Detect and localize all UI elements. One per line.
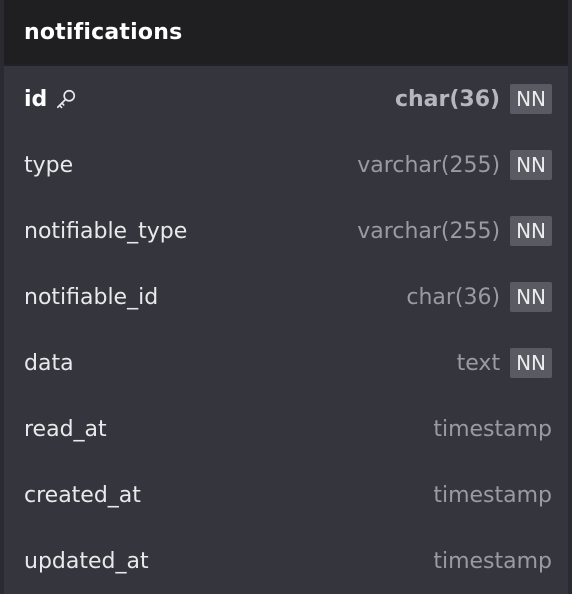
column-name: updated_at (24, 548, 149, 574)
column-name: data (24, 350, 74, 376)
column-right: timestamp (433, 549, 552, 574)
column-type: char(36) (406, 284, 501, 310)
column-left: notifiable_id (24, 285, 158, 310)
column-name: notifiable_id (24, 284, 159, 310)
column-type: timestamp (433, 482, 552, 508)
column-right: timestamp (433, 417, 552, 442)
not-null-badge: NN (510, 150, 552, 180)
column-list: id char(36) NN type varchar(255) NN noti… (4, 66, 568, 594)
key-icon (55, 88, 77, 110)
column-row-notifiable-type[interactable]: notifiable_type varchar(255) NN (4, 198, 568, 264)
column-row-data[interactable]: data text NN (4, 330, 568, 396)
column-type: text (456, 350, 501, 376)
column-type: timestamp (433, 548, 552, 574)
not-null-badge: NN (510, 84, 552, 114)
column-name: notifiable_type (24, 218, 188, 244)
not-null-badge: NN (510, 282, 552, 312)
column-right: char(36) NN (406, 282, 552, 312)
column-name: id (24, 86, 48, 112)
column-name: created_at (24, 482, 141, 508)
column-left: created_at (24, 483, 141, 508)
column-right: timestamp (433, 483, 552, 508)
column-type: char(36) (394, 86, 501, 112)
column-row-type[interactable]: type varchar(255) NN (4, 132, 568, 198)
not-null-badge: NN (510, 348, 552, 378)
column-type: varchar(255) (357, 152, 501, 178)
column-right: text NN (457, 348, 552, 378)
column-left: data (24, 351, 74, 376)
column-row-id[interactable]: id char(36) NN (4, 66, 568, 132)
column-row-created-at[interactable]: created_at timestamp (4, 462, 568, 528)
table-header[interactable]: notifications (4, 0, 568, 66)
not-null-badge: NN (510, 216, 552, 246)
column-left: notifiable_type (24, 219, 187, 244)
column-name: type (24, 152, 74, 178)
column-right: varchar(255) NN (357, 150, 552, 180)
column-type: varchar(255) (357, 218, 501, 244)
column-row-updated-at[interactable]: updated_at timestamp (4, 528, 568, 594)
column-right: varchar(255) NN (357, 216, 552, 246)
column-left: read_at (24, 417, 107, 442)
column-row-notifiable-id[interactable]: notifiable_id char(36) NN (4, 264, 568, 330)
column-left: id (24, 87, 77, 112)
column-type: timestamp (433, 416, 552, 442)
table-title: notifications (24, 19, 183, 45)
column-name: read_at (24, 416, 107, 442)
column-right: char(36) NN (395, 84, 552, 114)
column-left: type (24, 153, 73, 178)
column-left: updated_at (24, 549, 149, 574)
table-card-notifications[interactable]: notifications id char(36) NN type varcha… (0, 0, 572, 594)
column-row-read-at[interactable]: read_at timestamp (4, 396, 568, 462)
